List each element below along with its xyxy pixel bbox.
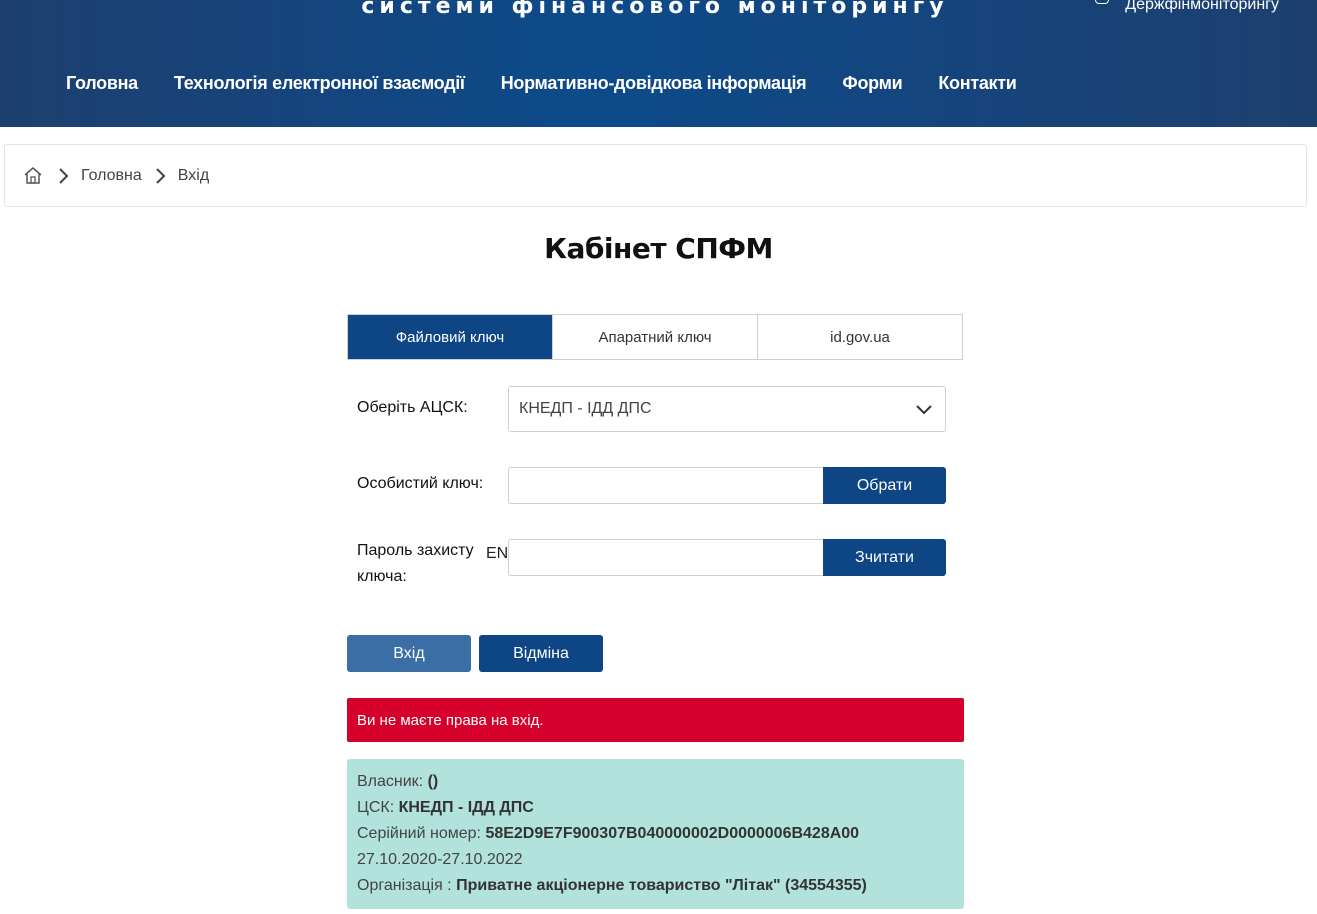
breadcrumb-home[interactable]: Головна [81,167,142,185]
acsk-select[interactable]: КНЕДП - ІДД ДПС [508,386,946,432]
user-text[interactable]: Держфінмоніторингу [1125,0,1279,14]
nav-item-technology[interactable]: Технологія електронної взаємодії [174,73,465,94]
breadcrumb: Головна Вхід [4,144,1307,207]
choose-file-button[interactable]: Обрати [823,467,946,504]
nav-item-reference[interactable]: Нормативно-довідкова інформація [501,73,807,94]
chevron-down-icon [916,405,932,415]
key-file-field[interactable] [508,467,824,504]
serial-row: Серійний номер: 58E2D9E7F900307B04000000… [357,821,954,847]
key-type-tabs: Файловий ключ Апаратний ключ id.gov.ua [347,314,963,360]
serial-label: Серійний номер: [357,825,481,842]
nav-item-home[interactable]: Головна [66,73,138,94]
password-label-line2: ключа: [357,568,407,585]
page-title: Кабінет СПФМ [544,232,773,265]
chevron-right-icon [59,167,69,184]
owner-label: Власник: [357,773,424,790]
serial-value: 58E2D9E7F900307B040000002D0000006B428A00 [485,825,860,842]
key-label: Особистий ключ: [357,475,484,492]
read-key-button[interactable]: Зчитати [823,539,946,576]
site-title: системи фінансового моніторингу [361,0,949,19]
org-label: Організація : [357,877,452,894]
main-nav: Головна Технологія електронної взаємодії… [66,73,1053,94]
password-label-line1: Пароль захисту [357,542,474,559]
nav-item-forms[interactable]: Форми [842,73,902,94]
password-label: Пароль захисту ключа: [357,538,474,590]
cancel-button[interactable]: Відміна [479,635,603,672]
breadcrumb-current: Вхід [177,166,210,184]
tab-file-key[interactable]: Файловий ключ [348,315,553,359]
acsk-select-value: КНЕДП - ІДД ДПС [519,400,652,417]
home-icon[interactable] [23,166,43,186]
validity-row: 27.10.2020-27.10.2022 [357,851,523,868]
tab-id-gov-ua[interactable]: id.gov.ua [758,315,962,359]
acsk-label: Оберіть АЦСК: [357,399,468,416]
error-alert: Ви не маєте права на вхід. [347,698,964,742]
organization-row: Організація : Приватне акціонерне товари… [357,873,954,899]
csk-label: ЦСК: [357,799,395,816]
owner-row: Власник: () [357,769,954,795]
tab-hardware-key[interactable]: Апаратний ключ [553,315,758,359]
keyboard-lang-indicator: EN [486,545,509,562]
org-value: Приватне акціонерне товариство "Літак" (… [456,877,867,894]
site-header: системи фінансового моніторингу Держфінм… [0,0,1317,127]
nav-item-contacts[interactable]: Контакти [938,73,1016,94]
login-button[interactable]: Вхід [347,635,471,672]
csk-value: КНЕДП - ІДД ДПС [398,799,534,816]
chevron-right-icon [156,167,166,184]
csk-row: ЦСК: КНЕДП - ІДД ДПС [357,795,954,821]
password-field[interactable] [508,539,824,576]
user-link[interactable]: Держфінмоніторингу [1095,0,1279,14]
owner-value: () [427,773,439,790]
certificate-info: Власник: () ЦСК: КНЕДП - ІДД ДПС Серійни… [347,759,964,909]
